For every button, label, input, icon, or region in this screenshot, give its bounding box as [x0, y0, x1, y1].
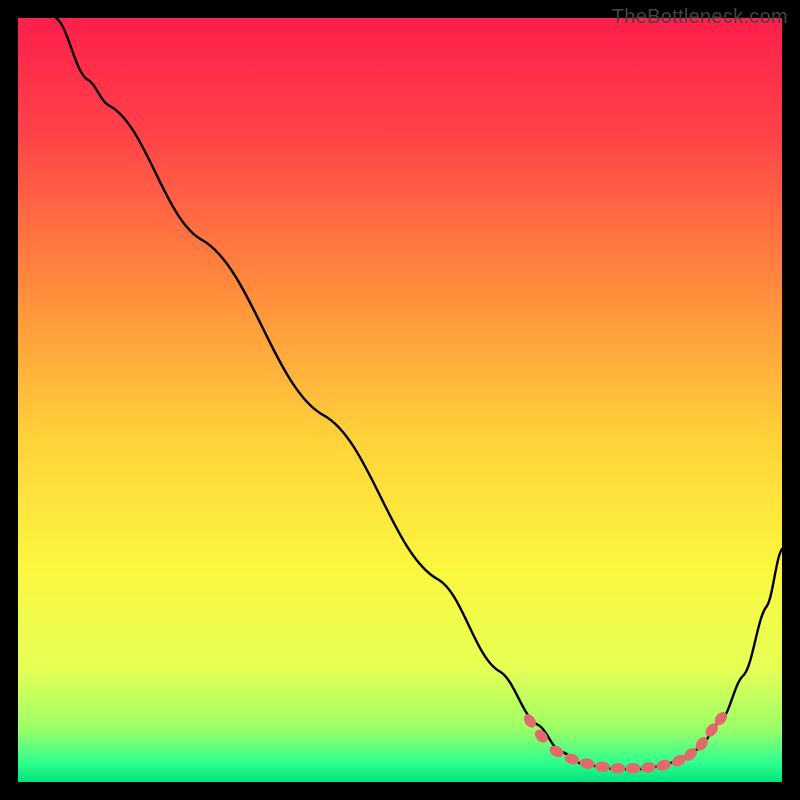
chart-canvas [0, 0, 800, 800]
frame-left [0, 0, 18, 800]
plot-background [18, 18, 782, 782]
frame-right [782, 0, 800, 800]
optimal-dot [610, 763, 625, 773]
watermark-text: TheBottleneck.com [612, 6, 788, 29]
bottleneck-chart: TheBottleneck.com [0, 0, 800, 800]
frame-bottom [0, 782, 800, 800]
